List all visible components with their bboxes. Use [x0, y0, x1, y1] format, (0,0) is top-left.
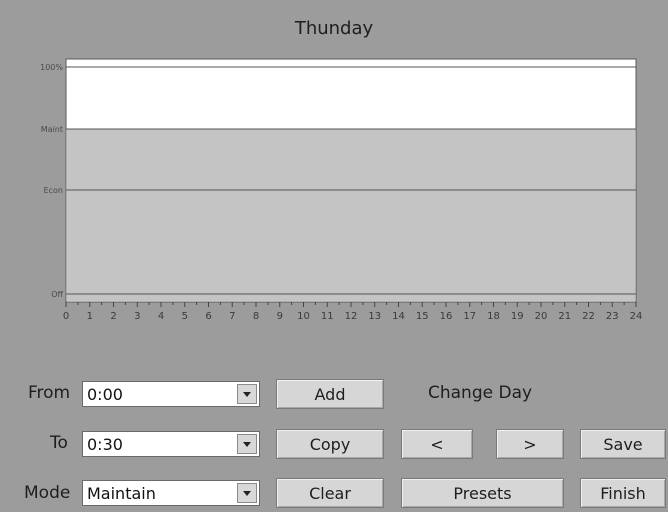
previous-day-button[interactable]: < [401, 429, 473, 459]
x-tick-label: 18 [487, 311, 500, 322]
change-day-label: Change Day [428, 383, 533, 403]
x-tick-label: 4 [158, 311, 164, 322]
x-tick-label: 5 [182, 311, 188, 322]
mode-label: Mode [24, 483, 71, 503]
x-tick-label: 19 [511, 311, 524, 322]
x-tick-label: 15 [416, 311, 429, 322]
day-title: Thunday [294, 18, 374, 39]
copy-button[interactable]: Copy [276, 429, 384, 459]
chevron-down-icon[interactable] [237, 384, 257, 404]
presets-button[interactable]: Presets [401, 478, 564, 508]
x-tick-label: 6 [205, 311, 211, 322]
finish-button[interactable]: Finish [580, 478, 666, 508]
clear-button[interactable]: Clear [276, 478, 384, 508]
chevron-down-icon[interactable] [237, 434, 257, 454]
to-label: To [50, 433, 68, 453]
y-level-label: 100% [40, 63, 63, 72]
y-level-label: Maint [41, 125, 63, 134]
x-tick-label: 17 [463, 311, 476, 322]
x-tick-label: 8 [253, 311, 259, 322]
x-tick-label: 7 [229, 311, 235, 322]
mode-value: Maintain [87, 484, 156, 503]
x-tick-label: 11 [321, 311, 334, 322]
x-tick-label: 22 [582, 311, 595, 322]
x-tick-label: 1 [87, 311, 93, 322]
y-level-label: Off [51, 290, 63, 299]
x-tick-label: 0 [63, 311, 69, 322]
from-time-value: 0:00 [87, 385, 123, 404]
x-tick-label: 21 [558, 311, 571, 322]
chevron-down-icon[interactable] [237, 483, 257, 503]
x-tick-label: 13 [368, 311, 381, 322]
add-button[interactable]: Add [276, 379, 384, 409]
schedule-chart-svg[interactable]: 100%MaintEconOff0 1 2 3 4 5 6 7 8 9 10 11 12 13 14 15 16… [0, 50, 668, 340]
mode-select[interactable]: Maintain [82, 480, 260, 506]
x-tick-label: 9 [277, 311, 283, 322]
schedule-fill [67, 129, 635, 301]
x-tick-label: 12 [345, 311, 358, 322]
x-tick-label: 20 [535, 311, 548, 322]
save-button[interactable]: Save [580, 429, 666, 459]
to-time-select[interactable]: 0:30 [82, 431, 260, 457]
to-time-value: 0:30 [87, 435, 123, 454]
x-tick-label: 10 [297, 311, 310, 322]
from-time-select[interactable]: 0:00 [82, 381, 260, 407]
y-level-label: Econ [44, 186, 63, 195]
x-tick-label: 16 [440, 311, 453, 322]
x-tick-label: 14 [392, 311, 405, 322]
next-day-button[interactable]: > [496, 429, 564, 459]
x-tick-label: 2 [110, 311, 116, 322]
x-tick-label: 3 [134, 311, 140, 322]
x-tick-label: 23 [606, 311, 619, 322]
schedule-chart[interactable]: 100% Maint Econ Off 0 1 2 3 4 5 6 7 8 9 10 11 12 13 14 15 16… [0, 50, 668, 340]
from-label: From [28, 383, 71, 403]
x-tick-label: 24 [630, 311, 643, 322]
